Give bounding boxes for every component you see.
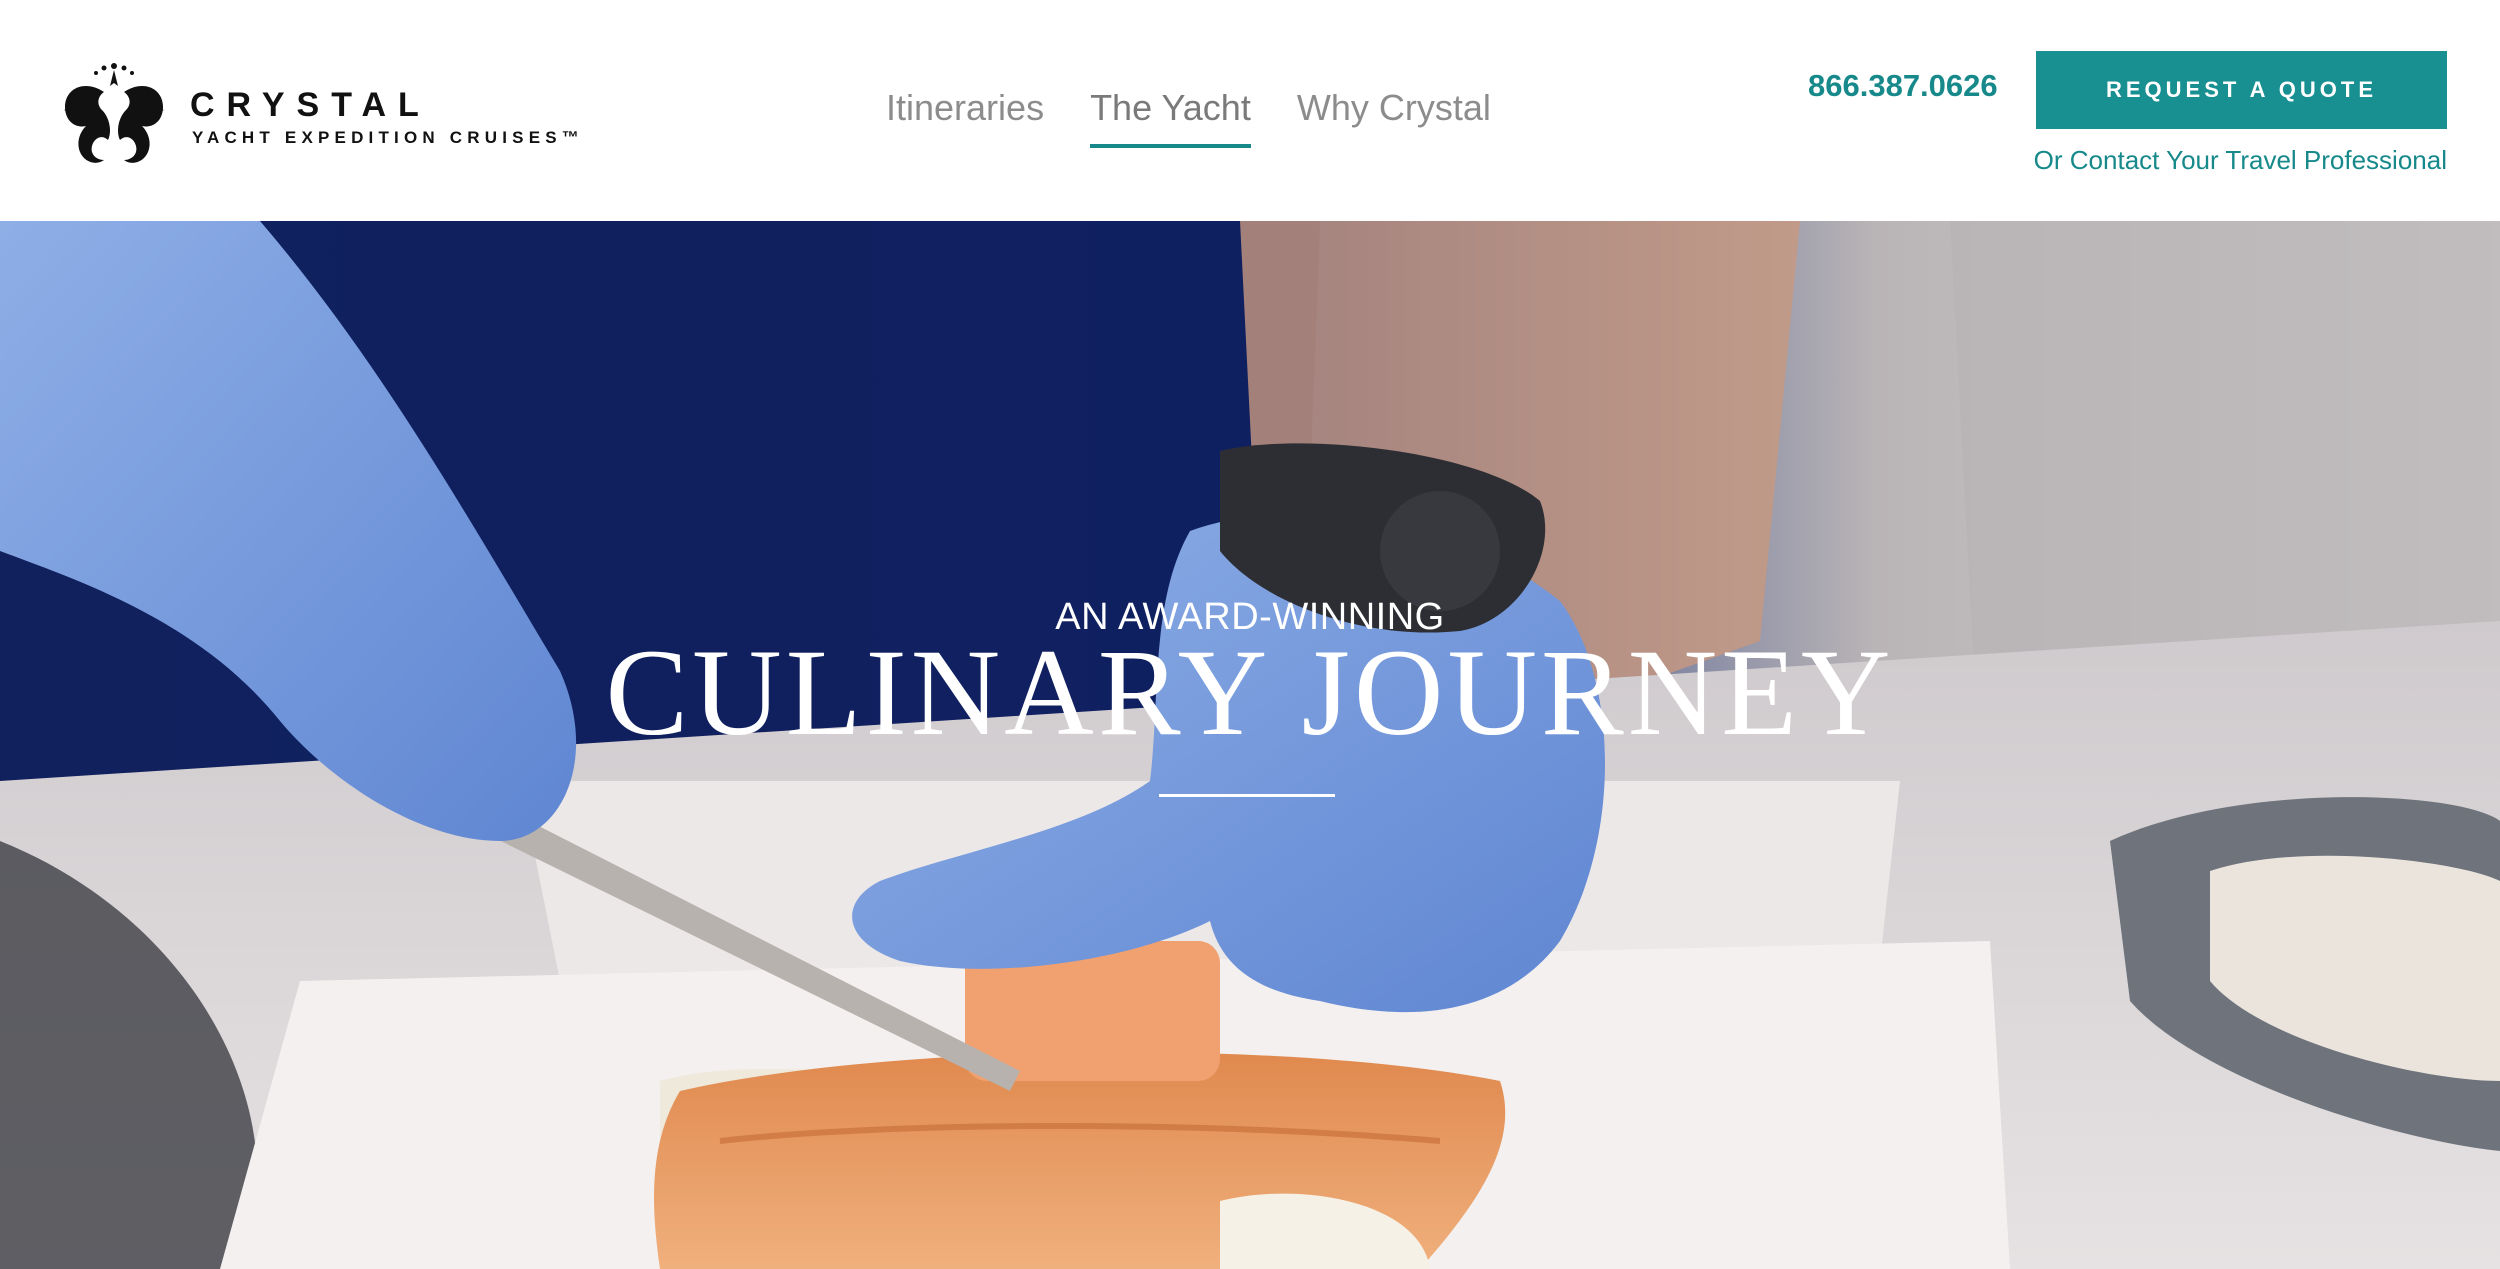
hero-text-overlay: AN AWARD-WINNING CULINARY JOURNEY: [0, 221, 2500, 1269]
brand-logo[interactable]: CRYSTAL YACHT EXPEDITION CRUISES™: [56, 56, 626, 172]
nav-item-why-crystal[interactable]: Why Crystal: [1297, 84, 1491, 148]
hero-divider: [1159, 794, 1335, 797]
main-nav: Itineraries The Yacht Why Crystal: [886, 84, 1537, 154]
site-header: CRYSTAL YACHT EXPEDITION CRUISES™ Itiner…: [0, 0, 2500, 221]
nav-item-itineraries[interactable]: Itineraries: [886, 84, 1044, 148]
brand-tagline: YACHT EXPEDITION CRUISES™: [192, 128, 584, 147]
hero-banner: AN AWARD-WINNING CULINARY JOURNEY: [0, 221, 2500, 1269]
brand-name: CRYSTAL: [190, 86, 431, 124]
hero-headline: CULINARY JOURNEY: [605, 624, 1895, 761]
travel-professional-link[interactable]: Or Contact Your Travel Professional: [2034, 145, 2447, 176]
request-quote-button[interactable]: REQUEST A QUOTE: [2036, 51, 2447, 129]
phone-number-link[interactable]: 866.387.0626: [1808, 68, 1998, 104]
seahorse-crest-icon: [64, 63, 164, 163]
nav-item-the-yacht[interactable]: The Yacht: [1090, 84, 1251, 148]
